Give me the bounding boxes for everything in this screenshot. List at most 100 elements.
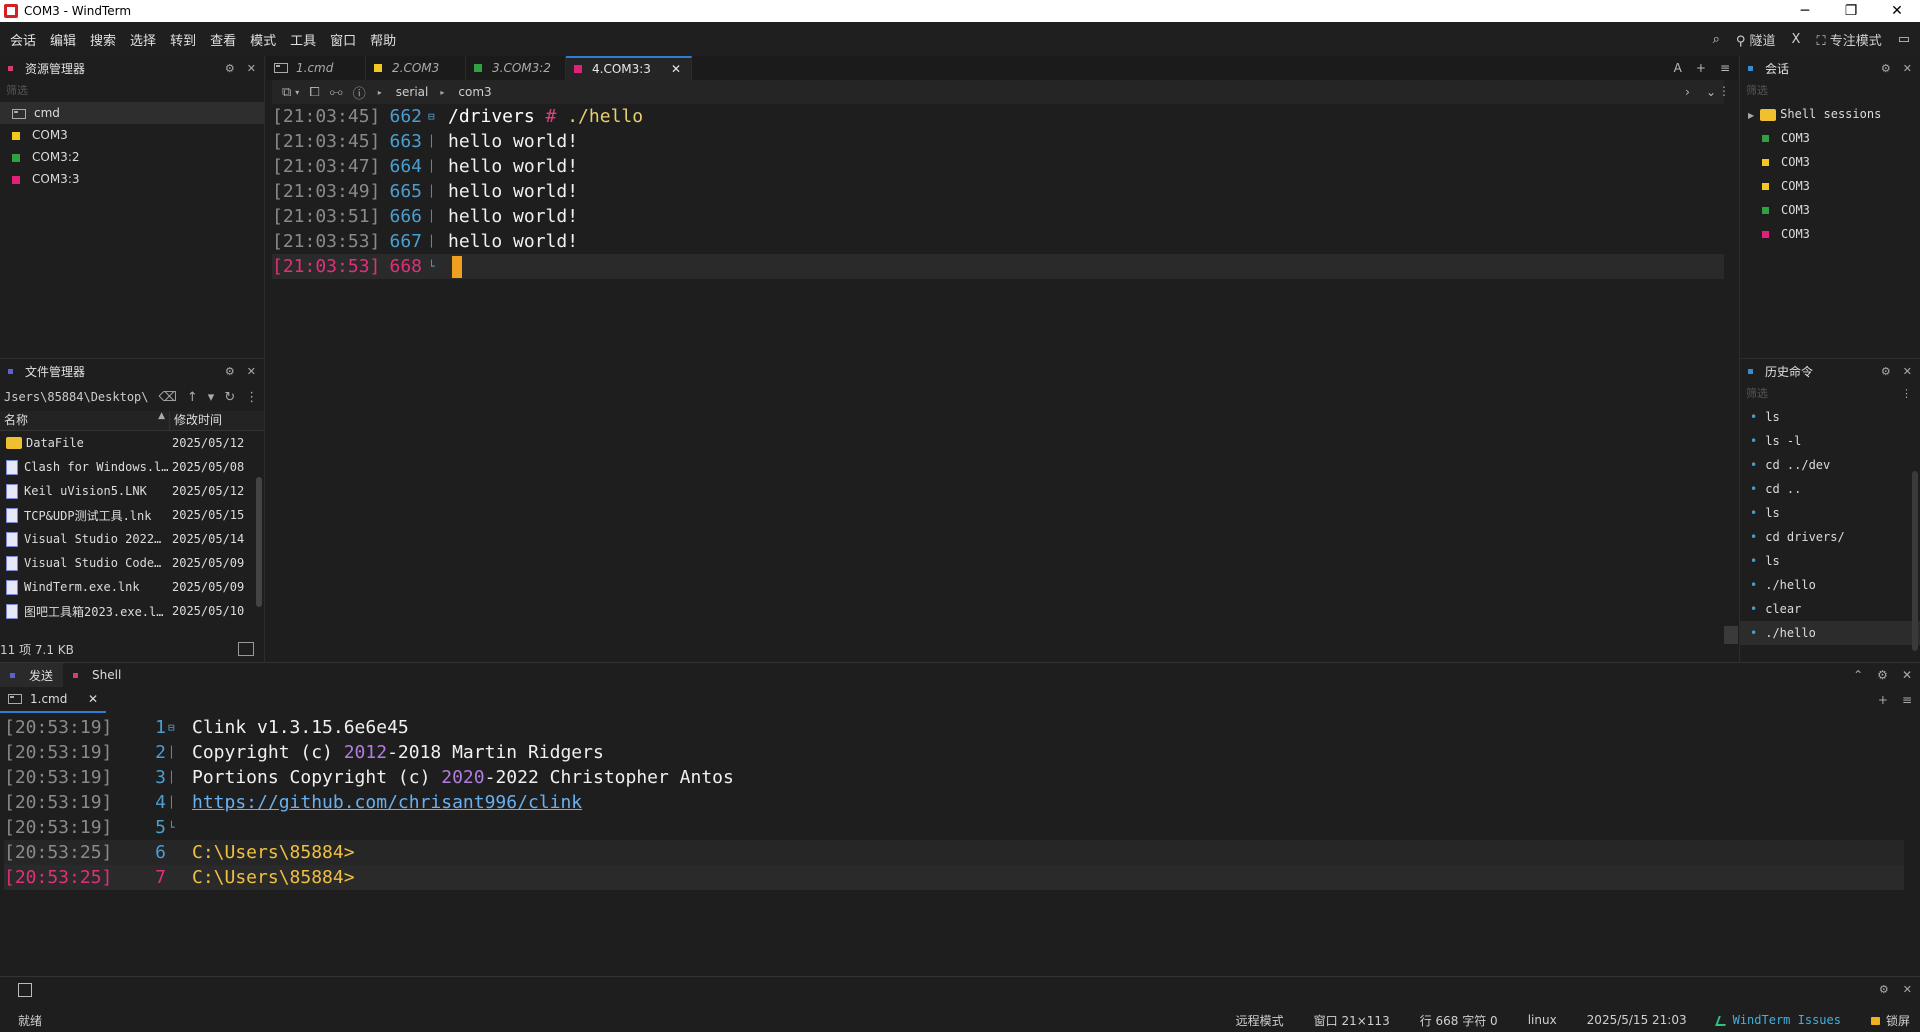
subtab-1-cmd[interactable]: 1.cmd ✕	[0, 687, 106, 713]
minimize-button[interactable]: ─	[1782, 3, 1828, 19]
menu-help[interactable]: 帮助	[370, 30, 396, 49]
explorer-item-com3-3[interactable]: COM3:3	[0, 168, 264, 190]
lock-screen-button[interactable]: 锁屏	[1870, 1012, 1910, 1029]
scrollbar-thumb[interactable]	[1724, 626, 1738, 644]
clink-link[interactable]: https://github.com/chrisant996/clink	[192, 792, 582, 813]
layout-icon[interactable]: ▭	[1898, 32, 1910, 47]
history-item[interactable]: • ./hello	[1740, 573, 1920, 597]
close-icon[interactable]: ✕	[1903, 62, 1912, 75]
column-modified[interactable]: 修改时间	[170, 411, 222, 430]
menu-search[interactable]: 搜索	[90, 30, 116, 49]
file-row[interactable]: Visual Studio Code… 2025/05/09	[0, 551, 264, 575]
fold-icon[interactable]: ⊟	[168, 715, 186, 740]
file-list-scrollbar[interactable]	[256, 477, 262, 607]
status-window-size[interactable]: 窗口 21×113	[1314, 1012, 1390, 1029]
menu-icon[interactable]: ≡	[1902, 693, 1912, 707]
terminal-output[interactable]: [21:03:45] 662 ⊟ /drivers # ./hello [21:…	[272, 104, 1724, 644]
tab-menu-button[interactable]: ≡	[1720, 61, 1730, 75]
file-row[interactable]: WindTerm.exe.lnk 2025/05/09 (	[0, 575, 264, 599]
gear-icon[interactable]: ⚙	[1881, 62, 1891, 75]
explorer-item-cmd[interactable]: cmd	[0, 102, 264, 124]
more-icon[interactable]: ⋮	[1718, 84, 1730, 98]
tab-3-com3-2[interactable]: 3.COM3:2	[466, 56, 566, 80]
upload-icon[interactable]	[238, 642, 254, 656]
new-tab-button[interactable]: +	[1696, 61, 1706, 75]
up-arrow-icon[interactable]: ↑	[187, 390, 198, 405]
file-row[interactable]: 图吧工具箱2023.exe.l… 2025/05/10	[0, 599, 264, 623]
gear-icon[interactable]: ⚙	[225, 365, 235, 378]
explorer-item-com3-2[interactable]: COM3:2	[0, 146, 264, 168]
search-icon[interactable]: ⌕	[1713, 32, 1720, 47]
history-item[interactable]: • cd ..	[1740, 477, 1920, 501]
duplicate-session-icon[interactable]: ⧠	[309, 85, 319, 100]
close-window-button[interactable]: ✕	[1874, 3, 1920, 19]
more-icon[interactable]: ⋮	[1901, 383, 1912, 405]
menu-mode[interactable]: 模式	[250, 30, 276, 49]
session-item[interactable]: COM3	[1740, 174, 1920, 198]
file-row[interactable]: Clash for Windows.l… 2025/05/08	[0, 455, 264, 479]
menu-select[interactable]: 选择	[130, 30, 156, 49]
history-item[interactable]: • cd drivers/	[1740, 525, 1920, 549]
file-row[interactable]: DataFile 2025/05/12	[0, 431, 264, 455]
dropdown-icon[interactable]: ▾	[208, 390, 215, 405]
connect-icon[interactable]: ⧟	[330, 85, 343, 100]
focus-mode-button[interactable]: ⛶ 专注模式	[1816, 30, 1881, 49]
refresh-icon[interactable]: ↻	[224, 390, 235, 405]
gear-icon[interactable]: ⚙	[1881, 365, 1891, 378]
fold-icon[interactable]: ⊟	[428, 104, 444, 129]
status-remote-mode[interactable]: 远程模式	[1236, 1012, 1284, 1029]
close-icon[interactable]: ✕	[1902, 668, 1912, 682]
file-row[interactable]: Visual Studio 2022… 2025/05/14	[0, 527, 264, 551]
send-icon[interactable]	[18, 983, 32, 997]
menu-view[interactable]: 查看	[210, 30, 236, 49]
menu-window[interactable]: 窗口	[330, 30, 356, 49]
history-item[interactable]: • ls	[1740, 405, 1920, 429]
chevron-up-icon[interactable]: ⌃	[1853, 668, 1863, 682]
close-icon[interactable]: ✕	[1903, 983, 1912, 996]
column-name[interactable]: 名称 ▲	[0, 411, 170, 430]
explorer-filter-input[interactable]: 筛选	[0, 80, 264, 102]
menu-session[interactable]: 会话	[10, 30, 36, 49]
close-icon[interactable]: ✕	[247, 62, 256, 75]
session-item[interactable]: COM3	[1740, 222, 1920, 246]
maximize-button[interactable]: ❐	[1828, 3, 1874, 19]
tab-send[interactable]: 发送	[0, 663, 64, 687]
tab-1-cmd[interactable]: 1.cmd	[266, 56, 366, 80]
tab-shell[interactable]: Shell	[63, 663, 131, 687]
history-item[interactable]: • ls -l	[1740, 429, 1920, 453]
close-tab-icon[interactable]: ✕	[88, 692, 98, 706]
tab-4-com3-3[interactable]: 4.COM3:3 ✕	[566, 56, 692, 80]
menu-edit[interactable]: 编辑	[50, 30, 76, 49]
windterm-issues-link[interactable]: WindTerm Issues	[1714, 1013, 1841, 1027]
file-row[interactable]: Keil uVision5.LNK 2025/05/12	[0, 479, 264, 503]
gear-icon[interactable]: ⚙	[225, 62, 235, 75]
session-item[interactable]: COM3	[1740, 150, 1920, 174]
info-icon[interactable]: ⓘ	[353, 83, 366, 102]
close-icon[interactable]: ✕	[1903, 365, 1912, 378]
history-item[interactable]: • ls	[1740, 501, 1920, 525]
status-position[interactable]: 行 668 字符 0	[1420, 1012, 1498, 1029]
terminal-scrollbar[interactable]	[1724, 104, 1738, 644]
close-tab-icon[interactable]: ✕	[671, 62, 681, 76]
explorer-item-com3[interactable]: COM3	[0, 124, 264, 146]
forward-icon[interactable]: ›	[1685, 85, 1690, 99]
menu-tools[interactable]: 工具	[290, 30, 316, 49]
breadcrumb-com3[interactable]: com3	[458, 85, 491, 99]
gear-icon[interactable]: ⚙	[1877, 668, 1888, 682]
more-icon[interactable]: ⋮	[245, 390, 258, 405]
history-scrollbar[interactable]	[1912, 471, 1918, 651]
breadcrumb-serial[interactable]: serial	[396, 85, 429, 99]
file-row[interactable]: TCP&UDP测试工具.lnk 2025/05/15	[0, 503, 264, 527]
menu-goto[interactable]: 转到	[170, 30, 196, 49]
add-icon[interactable]: +	[1878, 693, 1888, 707]
clear-path-icon[interactable]: ⌫	[159, 390, 177, 405]
history-item[interactable]: • ./hello	[1740, 621, 1920, 645]
gear-icon[interactable]: ⚙	[1879, 983, 1889, 996]
dropdown-icon[interactable]: ▾	[295, 88, 299, 97]
font-button[interactable]: A	[1674, 61, 1682, 75]
sessions-filter-input[interactable]: 筛选	[1740, 80, 1920, 102]
session-group-shell[interactable]: ▶ Shell sessions	[1740, 102, 1920, 126]
chevron-down-icon[interactable]: ⌄	[1706, 85, 1716, 99]
history-item[interactable]: • ls	[1740, 549, 1920, 573]
history-item[interactable]: • clear	[1740, 597, 1920, 621]
